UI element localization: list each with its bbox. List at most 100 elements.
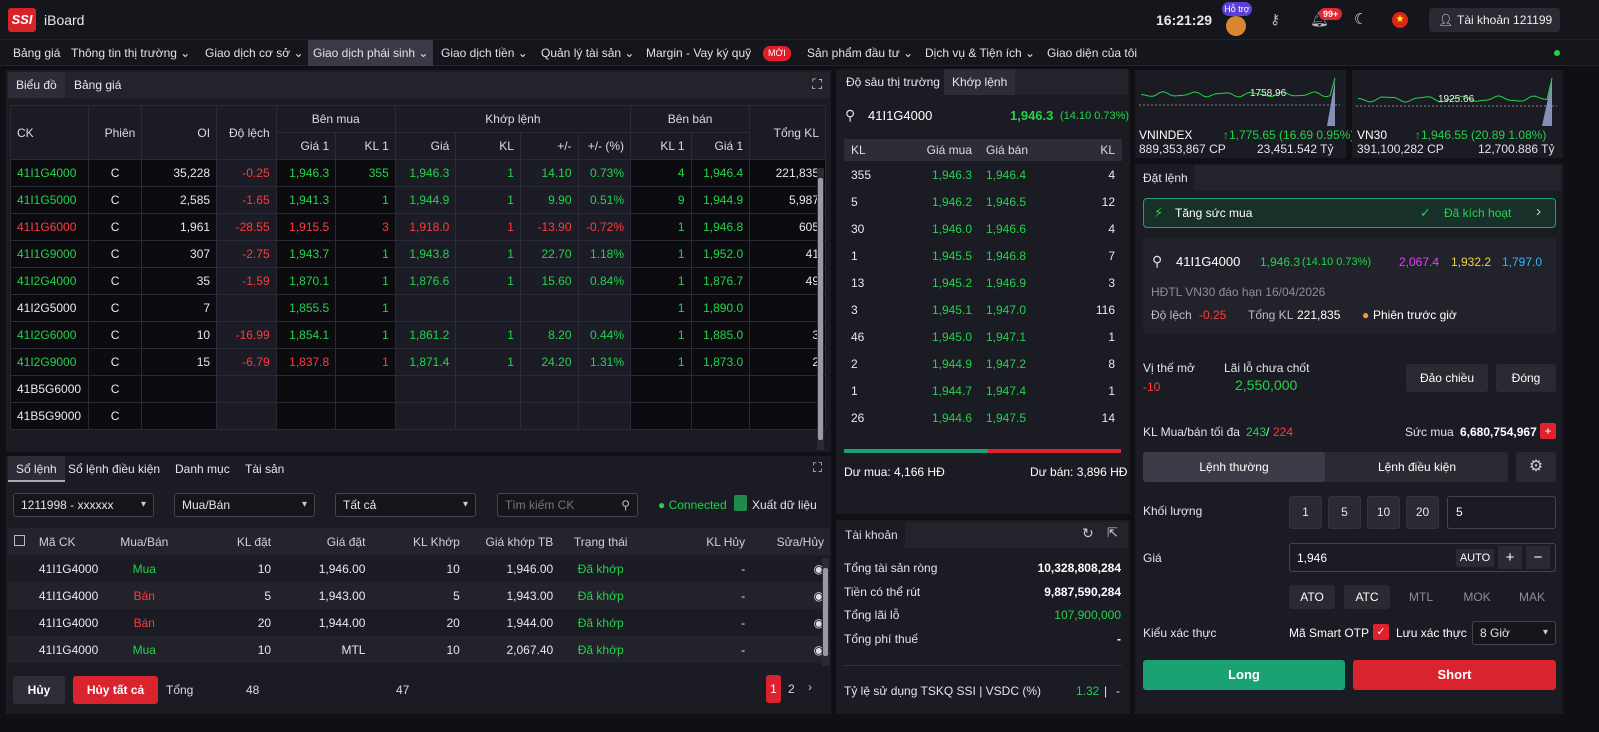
cell-b-gia[interactable]: 1,941.3: [275, 186, 337, 214]
cell-s-gia[interactable]: 1,890.0: [690, 294, 751, 322]
col-buy-gia1[interactable]: Giá 1: [275, 132, 337, 160]
ssi-logo[interactable]: SSI: [8, 8, 36, 32]
select-all-checkbox[interactable]: [8, 528, 33, 555]
depth-sg[interactable]: 1,946.8: [979, 242, 1059, 269]
page-2-button[interactable]: 2: [788, 682, 795, 696]
price-type-ato[interactable]: ATO: [1289, 585, 1335, 609]
external-link-icon[interactable]: ⇱: [1107, 525, 1118, 541]
cell-b-gia[interactable]: 1,855.5: [275, 294, 337, 322]
cell-s-gia[interactable]: [690, 375, 751, 403]
qty-preset-5[interactable]: 5: [1328, 496, 1361, 529]
price-row[interactable]: 41I2G6000 C 10 -16.99 1,854.1 1 1,861.2 1 8.20 0.…: [10, 321, 826, 349]
support-mascot-icon[interactable]: [1226, 16, 1246, 36]
refresh-icon[interactable]: ↻: [1082, 525, 1094, 542]
cell-b-gia[interactable]: 1,870.1: [275, 267, 337, 295]
depth-row[interactable]: 2 1,944.9 1,947.2 8: [844, 350, 1122, 377]
cell-ck[interactable]: 41I1G5000: [10, 186, 89, 214]
close-position-button[interactable]: Đóng: [1496, 364, 1556, 392]
col-match-change[interactable]: +/-: [519, 132, 579, 160]
depth-row[interactable]: 13 1,945.2 1,946.9 3: [844, 269, 1122, 296]
cell-s-gia[interactable]: 1,873.0: [690, 348, 751, 376]
depth-row[interactable]: 30 1,946.0 1,946.6 4: [844, 215, 1122, 242]
save-time-select[interactable]: 8 Giờ ▾: [1472, 621, 1556, 645]
ceiling-price[interactable]: 2,067.4: [1399, 255, 1439, 269]
cell-m-gia[interactable]: 1,861.2: [394, 321, 457, 349]
depth-bg[interactable]: 1,946.0: [899, 215, 979, 242]
cell-m-gia[interactable]: 1,871.4: [394, 348, 457, 376]
cell-m-gia[interactable]: 1,876.6: [394, 267, 457, 295]
short-button[interactable]: Short: [1353, 660, 1556, 690]
scroll-thumb[interactable]: [823, 568, 828, 656]
menu-thong-tin-thi-truong[interactable]: Thông tin thị trường ⌄: [71, 40, 190, 66]
page-1-button[interactable]: 1: [766, 675, 781, 703]
menu-giao-dich-tien[interactable]: Giao dịch tiền ⌄: [441, 40, 528, 66]
status-select[interactable]: Tất cả ▾: [335, 493, 476, 517]
reference-price[interactable]: 1,932.2: [1451, 255, 1491, 269]
cell-ck[interactable]: 41I2G6000: [10, 321, 89, 349]
tab-do-sau-thi-truong[interactable]: Độ sâu thị trường: [838, 69, 948, 95]
price-row[interactable]: 41I2G5000 C 7 1,855.5 1 1 1,890.0: [10, 294, 826, 322]
col-sell-kl1[interactable]: KL 1: [630, 132, 692, 160]
depth-symbol[interactable]: 41I1G4000: [868, 108, 932, 123]
cell-m-gia[interactable]: 1,944.9: [394, 186, 457, 214]
cell-ck[interactable]: 41I1G6000: [10, 213, 89, 241]
eye-icon[interactable]: ◉: [751, 636, 830, 663]
col-oi[interactable]: OI: [141, 105, 218, 160]
depth-sg[interactable]: 1,946.4: [979, 161, 1059, 188]
cell-s-gia[interactable]: 1,944.9: [690, 186, 751, 214]
menu-dich-vu-tien-ich[interactable]: Dịch vụ & Tiện ích ⌄: [925, 40, 1035, 66]
price-row[interactable]: 41I1G6000 C 1,961 -28.55 1,915.5 3 1,918.0 1 -13…: [10, 213, 826, 241]
price-decrement-button[interactable]: −: [1526, 546, 1550, 569]
cell-ck[interactable]: 41B5G9000: [10, 402, 89, 430]
depth-row[interactable]: 26 1,944.6 1,947.5 14: [844, 404, 1122, 431]
depth-sg[interactable]: 1,946.6: [979, 215, 1059, 242]
vietnam-flag-icon[interactable]: ★: [1392, 12, 1408, 28]
search-input[interactable]: Tìm kiếm CK ⚲: [497, 493, 638, 517]
tab-tai-san[interactable]: Tài sản: [237, 456, 292, 482]
cell-b-gia[interactable]: 1,854.1: [275, 321, 337, 349]
boost-banner[interactable]: ⚡︎ Tăng sức mua ✓ Đã kích hoạt ›: [1143, 198, 1556, 228]
cell-b-gia[interactable]: [275, 402, 337, 430]
tab-bang-gia[interactable]: Bảng giá: [66, 72, 129, 98]
cell-b-gia[interactable]: 1,915.5: [275, 213, 337, 241]
col-match-kl[interactable]: KL: [455, 132, 521, 160]
depth-bg[interactable]: 1,945.2: [899, 269, 979, 296]
tab-khop-lenh[interactable]: Khớp lệnh: [944, 69, 1016, 95]
cell-ck[interactable]: 41I2G4000: [10, 267, 89, 295]
account-select[interactable]: 1211998 - xxxxxx ▾: [13, 493, 154, 517]
menu-giao-dich-co-so[interactable]: Giao dịch cơ sở ⌄: [205, 40, 304, 66]
tab-so-lenh[interactable]: Sổ lệnh: [8, 456, 65, 482]
price-type-mok[interactable]: MOK: [1454, 585, 1500, 609]
depth-sg[interactable]: 1,947.0: [979, 296, 1059, 323]
depth-bg[interactable]: 1,944.7: [899, 377, 979, 404]
eye-icon[interactable]: ◉: [751, 582, 830, 609]
menu-giao-dien-cua-toi[interactable]: Giao diện của tôi: [1047, 40, 1137, 66]
col-ck[interactable]: CK: [10, 105, 89, 160]
cell-m-gia[interactable]: [394, 375, 457, 403]
entry-symbol[interactable]: 41I1G4000: [1176, 254, 1240, 269]
col-buy-kl1[interactable]: KL 1: [335, 132, 396, 160]
depth-bg[interactable]: 1,944.9: [899, 350, 979, 377]
cell-s-gia[interactable]: 1,946.4: [690, 159, 751, 187]
price-type-mak[interactable]: MAK: [1509, 585, 1555, 609]
cell-ck[interactable]: 41I2G9000: [10, 348, 89, 376]
gear-icon[interactable]: ⚙: [1516, 452, 1556, 482]
depth-bg[interactable]: 1,946.3: [899, 161, 979, 188]
price-type-atc[interactable]: ATC: [1344, 585, 1390, 609]
depth-sg[interactable]: 1,946.9: [979, 269, 1059, 296]
depth-row[interactable]: 355 1,946.3 1,946.4 4: [844, 161, 1122, 188]
support-badge[interactable]: Hỗ trợ: [1222, 2, 1252, 16]
qty-preset-10[interactable]: 10: [1367, 496, 1400, 529]
col-phien[interactable]: Phiên: [87, 105, 143, 160]
price-table-scrollbar[interactable]: [817, 168, 824, 450]
price-row[interactable]: 41I2G4000 C 35 -1.59 1,870.1 1 1,876.6 1 15.60 0.…: [10, 267, 826, 295]
excel-icon[interactable]: [734, 495, 747, 511]
cell-b-gia[interactable]: 1,946.3: [275, 159, 337, 187]
tab-bieu-do[interactable]: Biểu đồ: [8, 72, 65, 98]
depth-bg[interactable]: 1,946.2: [899, 188, 979, 215]
tab-danh-muc[interactable]: Danh mục: [167, 456, 238, 482]
menu-quan-ly-tai-san[interactable]: Quản lý tài sản ⌄: [541, 40, 634, 66]
price-increment-button[interactable]: +: [1498, 546, 1522, 569]
price-row[interactable]: 41B5G9000 C: [10, 402, 826, 430]
long-button[interactable]: Long: [1143, 660, 1345, 690]
